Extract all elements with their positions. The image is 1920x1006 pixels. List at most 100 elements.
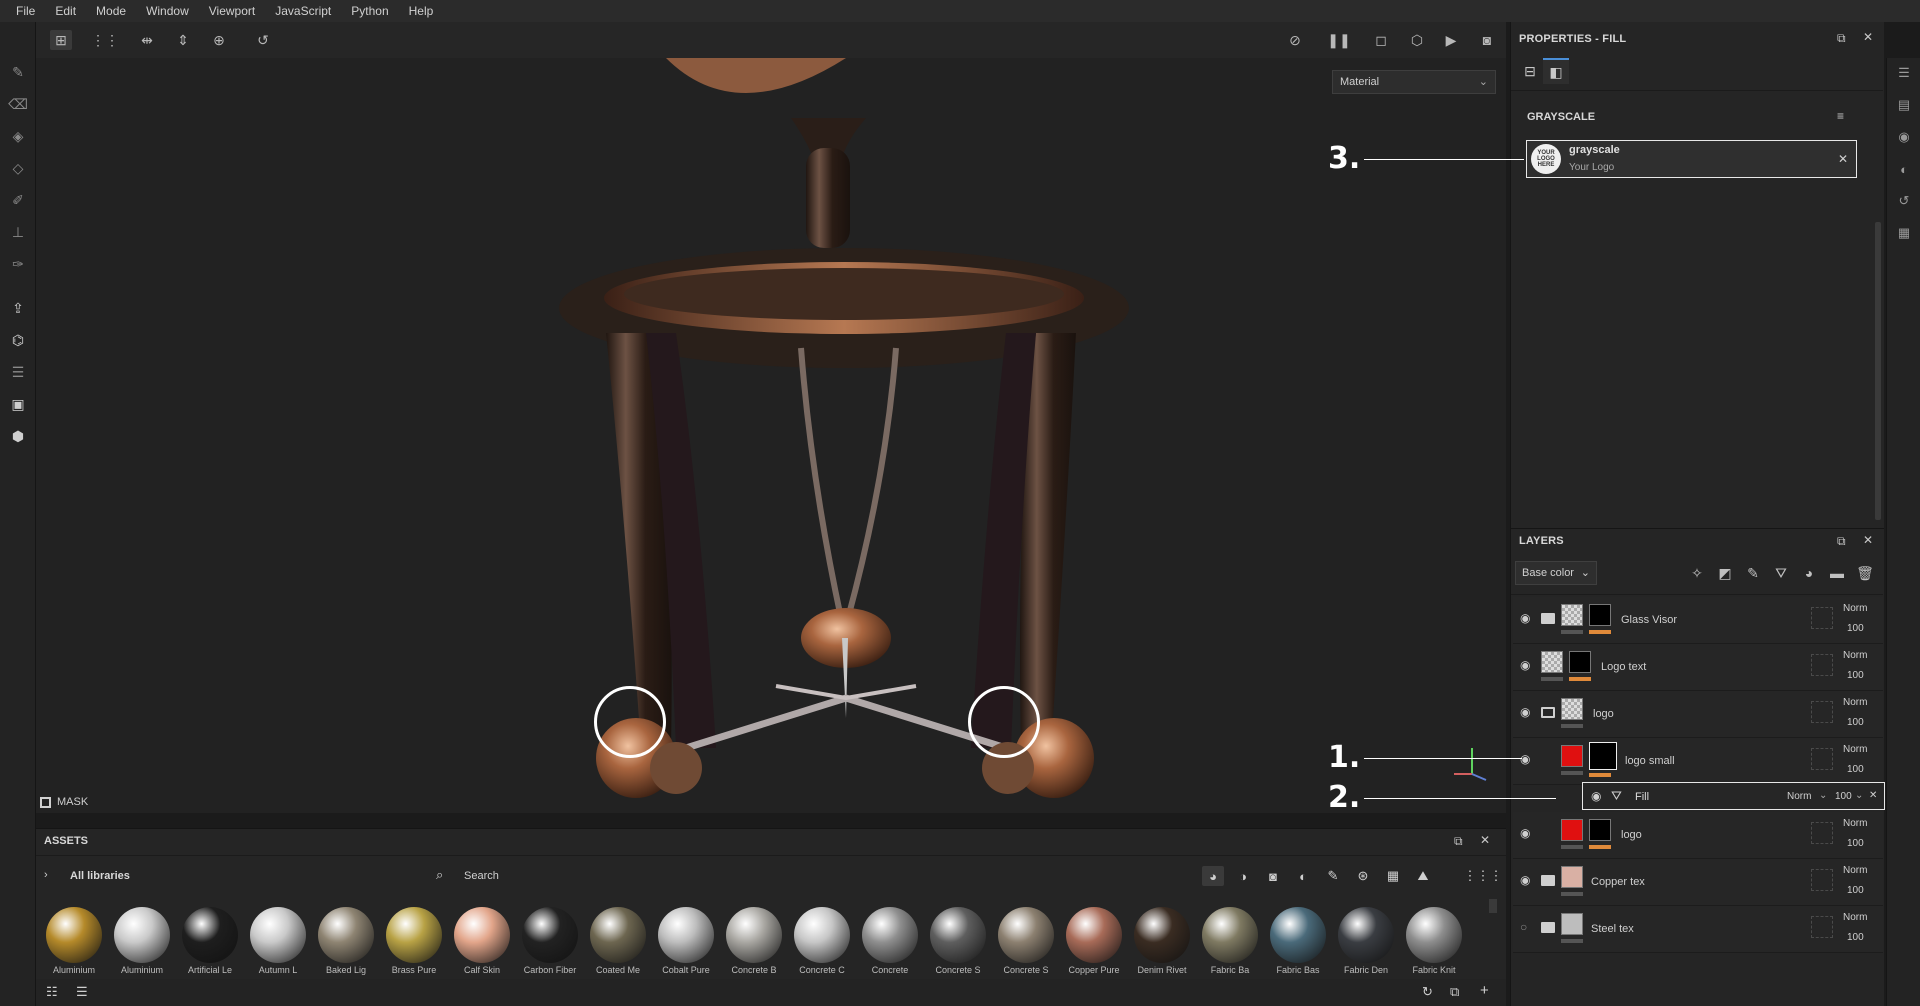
opacity-value[interactable]: 100 bbox=[1847, 764, 1864, 775]
eye-icon[interactable]: ◉ bbox=[1520, 658, 1536, 674]
eye-icon[interactable]: ◉ bbox=[1520, 611, 1536, 627]
asset-item[interactable]: Concrete B bbox=[724, 907, 784, 979]
mask-checkbox[interactable] bbox=[40, 796, 51, 808]
hide-icon[interactable]: ⊘ bbox=[1284, 30, 1306, 50]
chevron-right-icon[interactable]: › bbox=[44, 869, 48, 881]
menu-viewport[interactable]: Viewport bbox=[199, 0, 265, 22]
asset-item[interactable]: Fabric Den bbox=[1336, 907, 1396, 979]
menu-help[interactable]: Help bbox=[399, 0, 444, 22]
menu-file[interactable]: File bbox=[6, 0, 45, 22]
close-icon[interactable]: ✕ bbox=[1480, 833, 1490, 847]
layer-name[interactable]: logo bbox=[1593, 708, 1614, 720]
asset-item[interactable]: Artificial Le bbox=[180, 907, 240, 979]
asset-item[interactable]: Fabric Bas bbox=[1268, 907, 1328, 979]
asset-item[interactable]: Baked Lig bbox=[316, 907, 376, 979]
blend-mode[interactable]: Norm bbox=[1843, 697, 1867, 708]
blend-mode[interactable]: Norm bbox=[1843, 912, 1867, 923]
asset-item[interactable]: Concrete S bbox=[928, 907, 988, 979]
material-picker-icon[interactable]: ✑ bbox=[8, 254, 28, 274]
opacity-value[interactable]: 100 bbox=[1847, 885, 1864, 896]
polygon-fill-icon[interactable]: ◇ bbox=[8, 158, 28, 178]
layer-name[interactable]: Logo text bbox=[1601, 661, 1646, 673]
opacity-value[interactable]: 100 bbox=[1847, 670, 1864, 681]
asset-item[interactable]: Denim Rivet bbox=[1132, 907, 1192, 979]
menu-mode[interactable]: Mode bbox=[86, 0, 136, 22]
eye-icon[interactable]: ◉ bbox=[1520, 705, 1536, 721]
fill-blend-mode[interactable]: Norm bbox=[1787, 791, 1811, 802]
layers-panel-icon[interactable]: ☰ bbox=[1895, 64, 1913, 82]
filter-generators-icon[interactable]: ◐ bbox=[1292, 866, 1314, 886]
asset-item[interactable]: Cobalt Pure bbox=[656, 907, 716, 979]
asset-item[interactable]: Copper Pure bbox=[1064, 907, 1124, 979]
camera-video-icon[interactable]: ▶ bbox=[1440, 30, 1462, 50]
import-icon[interactable]: ⧉ bbox=[1450, 984, 1459, 1000]
add-mask-icon[interactable]: ◩ bbox=[1715, 564, 1735, 582]
asset-item[interactable]: Carbon Fiber bbox=[520, 907, 580, 979]
asset-item[interactable]: Coated Me bbox=[588, 907, 648, 979]
filter-brushes-icon[interactable]: ✎ bbox=[1322, 866, 1344, 886]
eye-icon[interactable]: ◉ bbox=[1591, 789, 1601, 803]
section-menu-icon[interactable]: ≡ bbox=[1837, 109, 1844, 123]
shader-icon[interactable]: ◐ bbox=[1895, 160, 1913, 178]
channel-select[interactable]: Base color ⌄ bbox=[1515, 561, 1597, 585]
add-fill-layer-icon[interactable]: ⛛ bbox=[1771, 564, 1791, 582]
screenshot-camera-icon[interactable]: ◙ bbox=[1476, 30, 1498, 50]
add-effect-icon[interactable]: ✧ bbox=[1687, 564, 1707, 582]
menu-edit[interactable]: Edit bbox=[45, 0, 86, 22]
texture-set-icon[interactable]: ☰ bbox=[8, 362, 28, 382]
asset-item[interactable]: Concrete bbox=[860, 907, 920, 979]
fill-effect-row[interactable]: ◉ ⛛ Fill Norm ⌄ 100 ⌄ ✕ bbox=[1582, 782, 1885, 810]
tab-fill-icon[interactable]: ◧ bbox=[1543, 58, 1569, 84]
symmetry-x-icon[interactable]: ⇹ bbox=[136, 30, 158, 50]
layer-row-glass-visor[interactable]: ◉ Glass Visor Norm 100 bbox=[1513, 597, 1883, 644]
delete-layer-icon[interactable]: 🗑 bbox=[1855, 564, 1875, 582]
log-icon[interactable]: ▦ bbox=[1895, 224, 1913, 242]
blend-mode[interactable]: Norm bbox=[1843, 744, 1867, 755]
opacity-value[interactable]: 100 bbox=[1847, 838, 1864, 849]
assets-scrollbar[interactable] bbox=[1489, 899, 1497, 913]
viewport-mode-select[interactable]: Material ⌄ bbox=[1332, 70, 1496, 94]
fill-name[interactable]: Fill bbox=[1635, 791, 1649, 803]
layer-name[interactable]: Copper tex bbox=[1591, 876, 1645, 888]
undock-icon[interactable]: ⧉ bbox=[1837, 534, 1846, 549]
projection-icon[interactable]: ◈ bbox=[8, 126, 28, 146]
asset-item[interactable]: Concrete S bbox=[996, 907, 1056, 979]
add-paint-layer-icon[interactable]: ✎ bbox=[1743, 564, 1763, 582]
3d-viewport[interactable] bbox=[36, 58, 1506, 813]
filter-materials-icon[interactable]: ◕ bbox=[1202, 866, 1224, 886]
grid-view-icon[interactable]: ⋮⋮⋮ bbox=[1464, 866, 1503, 886]
filter-textures-icon[interactable]: ▦ bbox=[1382, 866, 1404, 886]
tab-properties-icon[interactable]: ⊟ bbox=[1517, 58, 1543, 84]
layer-name[interactable]: logo small bbox=[1625, 755, 1675, 767]
layer-name[interactable]: Steel tex bbox=[1591, 923, 1634, 935]
blend-mode[interactable]: Norm bbox=[1843, 865, 1867, 876]
library-selector[interactable]: All libraries bbox=[70, 870, 130, 882]
close-icon[interactable]: ✕ bbox=[1863, 30, 1873, 44]
add-icon[interactable]: ⊕ bbox=[208, 30, 230, 50]
texture-set-list-icon[interactable]: ▤ bbox=[1895, 96, 1913, 114]
blend-mode[interactable]: Norm bbox=[1843, 603, 1867, 614]
mesh-icon[interactable]: ⬢ bbox=[8, 426, 28, 446]
viewport-layout-icon[interactable]: ◻ bbox=[1370, 30, 1392, 50]
paint-brush-icon[interactable]: ✎ bbox=[8, 62, 28, 82]
add-smart-material-icon[interactable]: ◕ bbox=[1799, 564, 1819, 582]
undock-icon[interactable]: ⧉ bbox=[1454, 834, 1463, 849]
eye-icon[interactable]: ◉ bbox=[1520, 826, 1536, 842]
layer-name[interactable]: logo bbox=[1621, 829, 1642, 841]
layer-row-steel-tex[interactable]: ○ Steel tex Norm 100 bbox=[1513, 906, 1883, 953]
cube-view-icon[interactable]: ⬡ bbox=[1406, 30, 1428, 50]
smudge-icon[interactable]: ✐ bbox=[8, 190, 28, 210]
close-icon[interactable]: ✕ bbox=[1863, 533, 1873, 547]
menu-window[interactable]: Window bbox=[136, 0, 199, 22]
filter-environments-icon[interactable]: ⛰ bbox=[1412, 866, 1434, 886]
display-icon[interactable]: ◉ bbox=[1895, 128, 1913, 146]
blend-mode[interactable]: Norm bbox=[1843, 650, 1867, 661]
layer-name[interactable]: Glass Visor bbox=[1621, 614, 1677, 626]
pause-icon[interactable]: ❚❚ bbox=[1327, 30, 1350, 50]
refresh-icon[interactable]: ↻ bbox=[1422, 984, 1433, 1000]
grid-icon[interactable]: ⋮⋮ bbox=[91, 30, 119, 50]
layer-row-logo[interactable]: ◉ logo Norm 100 bbox=[1513, 812, 1883, 859]
fill-opacity[interactable]: 100 bbox=[1835, 791, 1852, 802]
history-panel-icon[interactable]: ↺ bbox=[1895, 192, 1913, 210]
remove-resource-icon[interactable]: ✕ bbox=[1838, 152, 1848, 166]
